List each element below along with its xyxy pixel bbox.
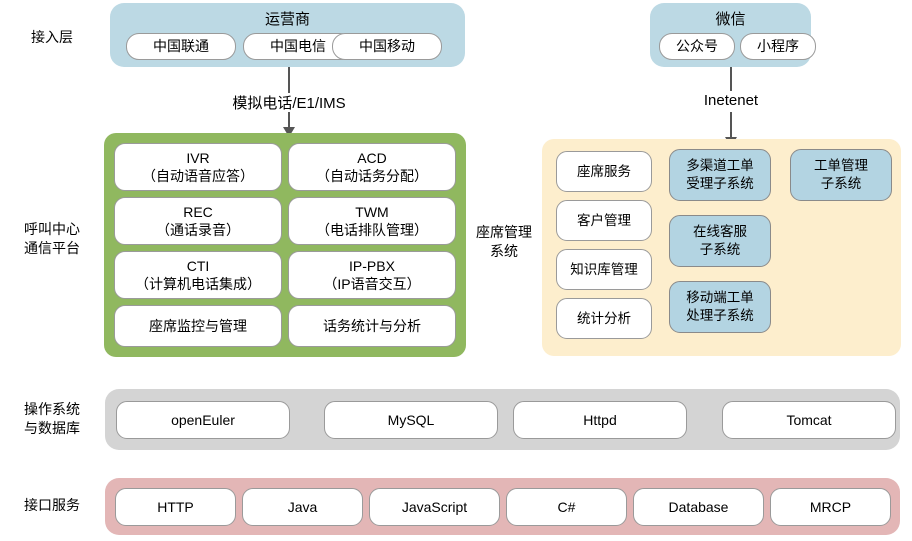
platform-module-acd-text: ACD （自动话务分配） (316, 149, 428, 184)
interface-item-database[interactable]: Database (633, 488, 764, 526)
operator-group: 运营商 中国联通 中国电信 中国移动 (110, 3, 465, 67)
platform-module-cti-text: CTI （计算机电话集成） (135, 257, 261, 292)
row-label-interface-services: 接口服务 (24, 496, 80, 513)
platform-module-twm[interactable]: TWM （电话排队管理） (288, 197, 456, 245)
row-label-access-layer: 接入层 (31, 28, 73, 45)
interface-item-http[interactable]: HTTP (115, 488, 236, 526)
platform-module-ip-pbx-text: IP-PBX （IP语音交互） (323, 257, 421, 292)
os-item-openeuler[interactable]: openEuler (116, 401, 290, 439)
platform-module-ip-pbx[interactable]: IP-PBX （IP语音交互） (288, 251, 456, 299)
agent-management-group: 座席服务 客户管理 知识库管理 统计分析 多渠道工单 受理子系统 在线客服 子系… (542, 139, 901, 356)
platform-module-acd[interactable]: ACD （自动话务分配） (288, 143, 456, 191)
connector-line-operator-to-platform (288, 67, 290, 93)
connector-label-internet: Inetenet (703, 92, 759, 109)
interface-item-javascript[interactable]: JavaScript (369, 488, 500, 526)
platform-module-rec-text: REC （通话录音） (156, 203, 240, 238)
connector-label-analog-phone: 模拟电话/E1/IMS (232, 95, 346, 112)
platform-module-call-statistics[interactable]: 话务统计与分析 (288, 305, 456, 347)
operator-item-china-unicom[interactable]: 中国联通 (126, 33, 236, 60)
connector-line-wechat-to-subsystem (730, 67, 732, 91)
wechat-item-official-account[interactable]: 公众号 (659, 33, 735, 60)
call-center-platform-group: IVR （自动语音应答） REC （通话录音） CTI （计算机电话集成） 座席监控与… (104, 133, 466, 357)
architecture-diagram: 接入层 运营商 中国联通 中国电信 中国移动 微信 公众号 小程序 模拟电话/E… (0, 0, 912, 541)
interface-item-java[interactable]: Java (242, 488, 363, 526)
wechat-item-mini-program[interactable]: 小程序 (740, 33, 816, 60)
platform-module-twm-text: TWM （电话排队管理） (316, 203, 428, 238)
agent-subsystem-ticket-management[interactable]: 工单管理 子系统 (790, 149, 892, 201)
platform-module-agent-monitoring[interactable]: 座席监控与管理 (114, 305, 282, 347)
agent-subsystem-multichannel-ticket[interactable]: 多渠道工单 受理子系统 (669, 149, 771, 201)
operator-group-title: 运营商 (264, 11, 310, 28)
platform-module-cti[interactable]: CTI （计算机电话集成） (114, 251, 282, 299)
agent-function-statistics-analysis[interactable]: 统计分析 (556, 298, 652, 339)
interface-item-csharp[interactable]: C# (506, 488, 627, 526)
agent-function-knowledge-base[interactable]: 知识库管理 (556, 249, 652, 290)
platform-module-ivr-text: IVR （自动语音应答） (142, 149, 254, 184)
interface-services-group: HTTP Java JavaScript C# Database MRCP (105, 478, 900, 535)
connector-line-wechat-to-subsystem-lower (730, 112, 732, 139)
agent-management-label: 座席管理 系统 (476, 224, 532, 259)
row-label-call-center-platform: 呼叫中心 通信平台 (24, 221, 80, 256)
operator-item-china-mobile[interactable]: 中国移动 (332, 33, 442, 60)
interface-item-mrcp[interactable]: MRCP (770, 488, 891, 526)
agent-function-seat-service[interactable]: 座席服务 (556, 151, 652, 192)
row-label-os-database: 操作系统 与数据库 (24, 401, 80, 436)
os-item-tomcat[interactable]: Tomcat (722, 401, 896, 439)
agent-subsystem-online-customer-service[interactable]: 在线客服 子系统 (669, 215, 771, 267)
wechat-group: 微信 公众号 小程序 (650, 3, 816, 67)
os-item-mysql[interactable]: MySQL (324, 401, 498, 439)
platform-module-ivr[interactable]: IVR （自动语音应答） (114, 143, 282, 191)
platform-module-rec[interactable]: REC （通话录音） (114, 197, 282, 245)
os-database-group: openEuler MySQL Httpd Tomcat (105, 389, 900, 450)
os-item-httpd[interactable]: Httpd (513, 401, 687, 439)
wechat-group-title: 微信 (715, 11, 746, 28)
agent-subsystem-mobile-ticket[interactable]: 移动端工单 处理子系统 (669, 281, 771, 333)
agent-function-customer-management[interactable]: 客户管理 (556, 200, 652, 241)
